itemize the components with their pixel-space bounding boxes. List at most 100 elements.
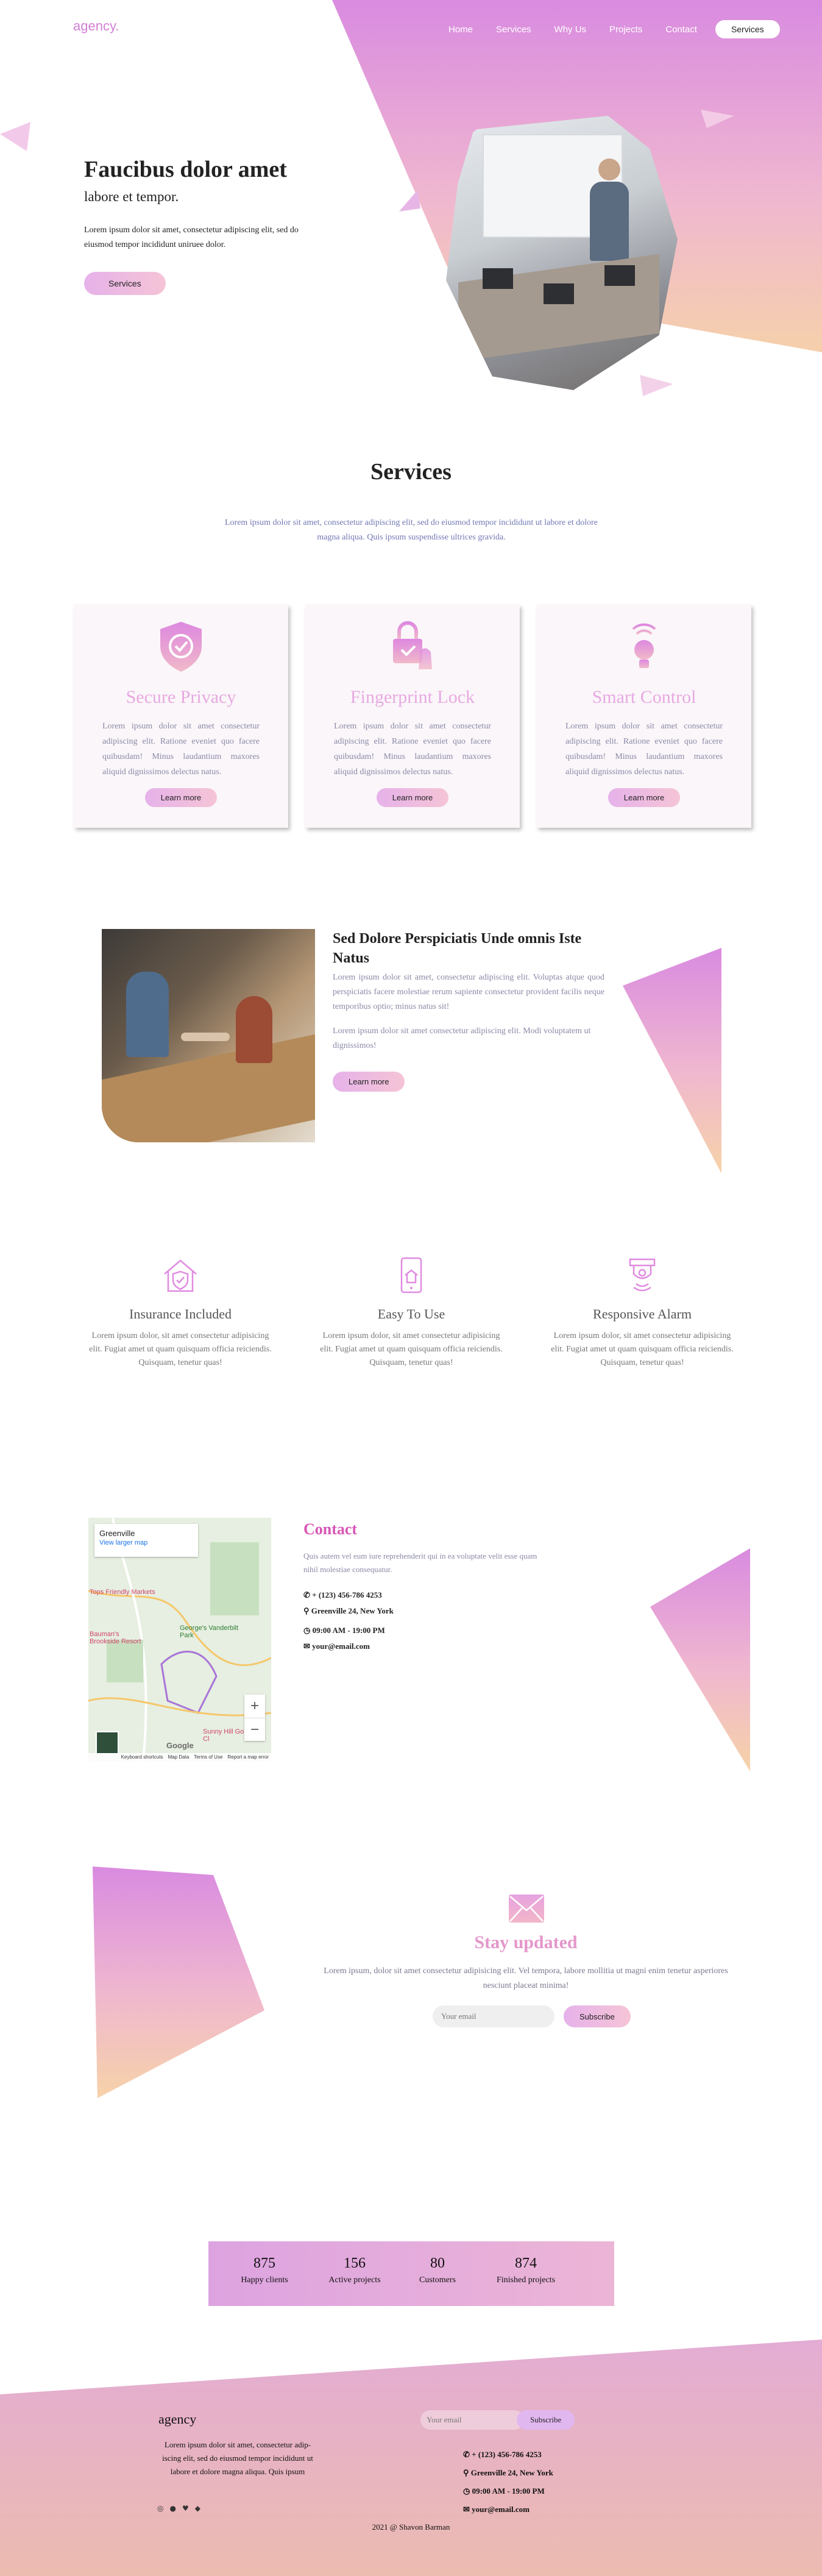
location-pin-icon: ⚲ — [463, 2468, 469, 2477]
location-pin-icon: ⚲ — [303, 1606, 310, 1615]
decorative-triangle — [399, 190, 420, 212]
nav-contact[interactable]: Contact — [665, 24, 697, 35]
feature-text: Lorem ipsum dolor, sit amet consectetur … — [551, 1331, 734, 1367]
zoom-controls: + − — [244, 1695, 265, 1741]
stat-label: Customers — [419, 2275, 456, 2285]
footer-subscribe-button[interactable]: Subscribe — [517, 2410, 575, 2430]
decorative-triangle-shape — [623, 948, 721, 1173]
about-paragraph-1: Lorem ipsum dolor sit amet, consectetur … — [333, 973, 604, 1011]
service-card-text: Lorem ipsum dolor sit amet consectetur a… — [565, 722, 723, 777]
nav-why-us[interactable]: Why Us — [554, 24, 587, 35]
phone-icon: ✆ — [463, 2450, 470, 2459]
footer-social-links: ◎ ● ♥ ◆ — [157, 2504, 200, 2513]
learn-more-button[interactable]: Learn more — [608, 788, 681, 807]
logo[interactable]: agency. — [73, 18, 119, 34]
smart-bulb-icon — [632, 623, 656, 668]
stat-customers: 80 Customers — [407, 2255, 468, 2285]
hero-body: Lorem ipsum dolor sit amet, consectetur … — [84, 226, 299, 249]
hero-services-button[interactable]: Services — [84, 272, 166, 295]
footer-contact-details: ✆ + (123) 456-786 4253 ⚲ Greenville 24, … — [463, 2446, 553, 2519]
feature-title: Responsive Alarm — [593, 1306, 692, 1322]
footer-email[interactable]: your@email.com — [472, 2505, 530, 2514]
service-card-title: Secure Privacy — [126, 687, 236, 707]
map-thumbnail[interactable] — [96, 1731, 119, 1754]
envelope-icon: ✉ — [463, 2505, 470, 2514]
zoom-in-button[interactable]: + — [244, 1695, 265, 1718]
footer-hours-row: ◷ 09:00 AM - 19:00 PM — [463, 2482, 553, 2500]
contact-hours: 09:00 AM - 19:00 PM — [312, 1626, 385, 1635]
decorative-quad-shape — [93, 1866, 264, 2098]
clock-icon: ◷ — [303, 1626, 311, 1635]
map-info-box: Greenville View larger map — [94, 1524, 198, 1557]
feature-title: Insurance Included — [129, 1306, 232, 1322]
footer-body: Lorem ipsum dolor sit amet, consectetur … — [162, 2440, 313, 2476]
map-data-link[interactable]: Map Data — [168, 1753, 190, 1762]
services-intro: Lorem ipsum dolor sit amet, consectetur … — [225, 518, 598, 542]
stat-value: 875 — [253, 2255, 275, 2271]
clock-icon: ◷ — [463, 2486, 470, 2496]
service-card-title: Fingerprint Lock — [350, 687, 475, 707]
about-paragraph-2: Lorem ipsum dolor sit amet consectetur a… — [333, 1026, 591, 1050]
footer-phone: + (123) 456-786 4253 — [472, 2450, 542, 2459]
service-card-text: Lorem ipsum dolor sit amet consectetur a… — [102, 722, 260, 777]
nav-services[interactable]: Services — [496, 24, 531, 35]
footer-email-row: ✉ your@email.com — [463, 2500, 553, 2519]
service-card-fingerprint-lock: Fingerprint Lock Lorem ipsum dolor sit a… — [305, 605, 520, 828]
about-title: Sed Dolore Perspiciatis Unde omnis Iste … — [333, 931, 582, 966]
terms-link[interactable]: Terms of Use — [194, 1753, 222, 1762]
house-shield-icon — [164, 1259, 197, 1292]
map-place-name: Greenville — [99, 1529, 135, 1538]
feature-responsive-alarm: Responsive Alarm Lorem ipsum dolor, sit … — [551, 1256, 734, 1370]
chat-icon[interactable]: ◆ — [195, 2504, 200, 2513]
contact-address-row: ⚲ Greenville 24, New York — [303, 1603, 394, 1619]
stat-finished-projects: 874 Finished projects — [486, 2255, 565, 2285]
nav-projects[interactable]: Projects — [609, 24, 642, 35]
hero-background-shape — [332, 0, 822, 352]
footer-logo[interactable]: agency — [158, 2411, 196, 2427]
service-card-smart-control: Smart Control Lorem ipsum dolor sit amet… — [537, 605, 751, 828]
keyboard-shortcuts-link[interactable]: Keyboard shortcuts — [121, 1753, 163, 1762]
twitter-icon[interactable]: ♥ — [182, 2504, 189, 2513]
phone-icon: ✆ — [303, 1590, 310, 1599]
nav-home[interactable]: Home — [448, 24, 473, 35]
footer-background — [0, 2339, 822, 2576]
about-learn-more-button[interactable]: Learn more — [333, 1072, 405, 1092]
shield-check-icon — [160, 622, 202, 672]
map-footer: Keyboard shortcuts Map Data Terms of Use… — [88, 1753, 271, 1762]
map-label: George's Vanderbilt Park — [180, 1624, 239, 1639]
decorative-triangle — [0, 122, 30, 151]
feature-text: Lorem ipsum dolor, sit amet consectetur … — [89, 1331, 272, 1367]
footer-email-input[interactable] — [420, 2410, 524, 2430]
service-card-secure-privacy: Secure Privacy Lorem ipsum dolor sit ame… — [74, 605, 288, 828]
phone-house-icon — [400, 1257, 422, 1293]
contact-address: Greenville 24, New York — [311, 1606, 394, 1615]
feature-text: Lorem ipsum dolor, sit amet consectetur … — [320, 1331, 503, 1367]
contact-title: Contact — [303, 1520, 358, 1538]
decorative-triangle-shape — [650, 1548, 750, 1771]
feature-insurance: Insurance Included Lorem ipsum dolor, si… — [89, 1256, 272, 1370]
contact-body: Quis autem vel eum iure reprehenderit qu… — [303, 1551, 537, 1574]
stat-label: Finished projects — [496, 2275, 556, 2285]
report-error-link[interactable]: Report a map error — [227, 1753, 269, 1762]
footer-hours: 09:00 AM - 19:00 PM — [472, 2486, 545, 2496]
stat-value: 156 — [344, 2255, 366, 2271]
embedded-map[interactable]: Greenville View larger map Tops Friendly… — [88, 1518, 271, 1762]
view-larger-map-link[interactable]: View larger map — [99, 1539, 193, 1546]
decorative-triangle — [640, 375, 673, 396]
learn-more-button[interactable]: Learn more — [144, 788, 218, 807]
hero-title: Faucibus dolor amet — [84, 157, 287, 182]
zoom-out-button[interactable]: − — [244, 1718, 265, 1741]
newsletter-email-input[interactable] — [433, 2005, 554, 2027]
stat-value: 80 — [430, 2255, 445, 2271]
footer-address-row: ⚲ Greenville 24, New York — [463, 2464, 553, 2482]
map-label: Tops Friendly Markets — [90, 1589, 155, 1596]
nav-services-button[interactable]: Services — [715, 20, 780, 38]
contact-phone: + (123) 456-786 4253 — [312, 1590, 382, 1599]
instagram-icon[interactable]: ◎ — [157, 2504, 163, 2513]
contact-email[interactable]: your@email.com — [312, 1642, 370, 1651]
contact-hours-row: ◷ 09:00 AM - 19:00 PM — [303, 1623, 394, 1638]
stat-value: 874 — [515, 2255, 537, 2271]
learn-more-button[interactable]: Learn more — [376, 788, 449, 807]
newsletter-subscribe-button[interactable]: Subscribe — [564, 2005, 631, 2027]
facebook-icon[interactable]: ● — [169, 2504, 175, 2513]
